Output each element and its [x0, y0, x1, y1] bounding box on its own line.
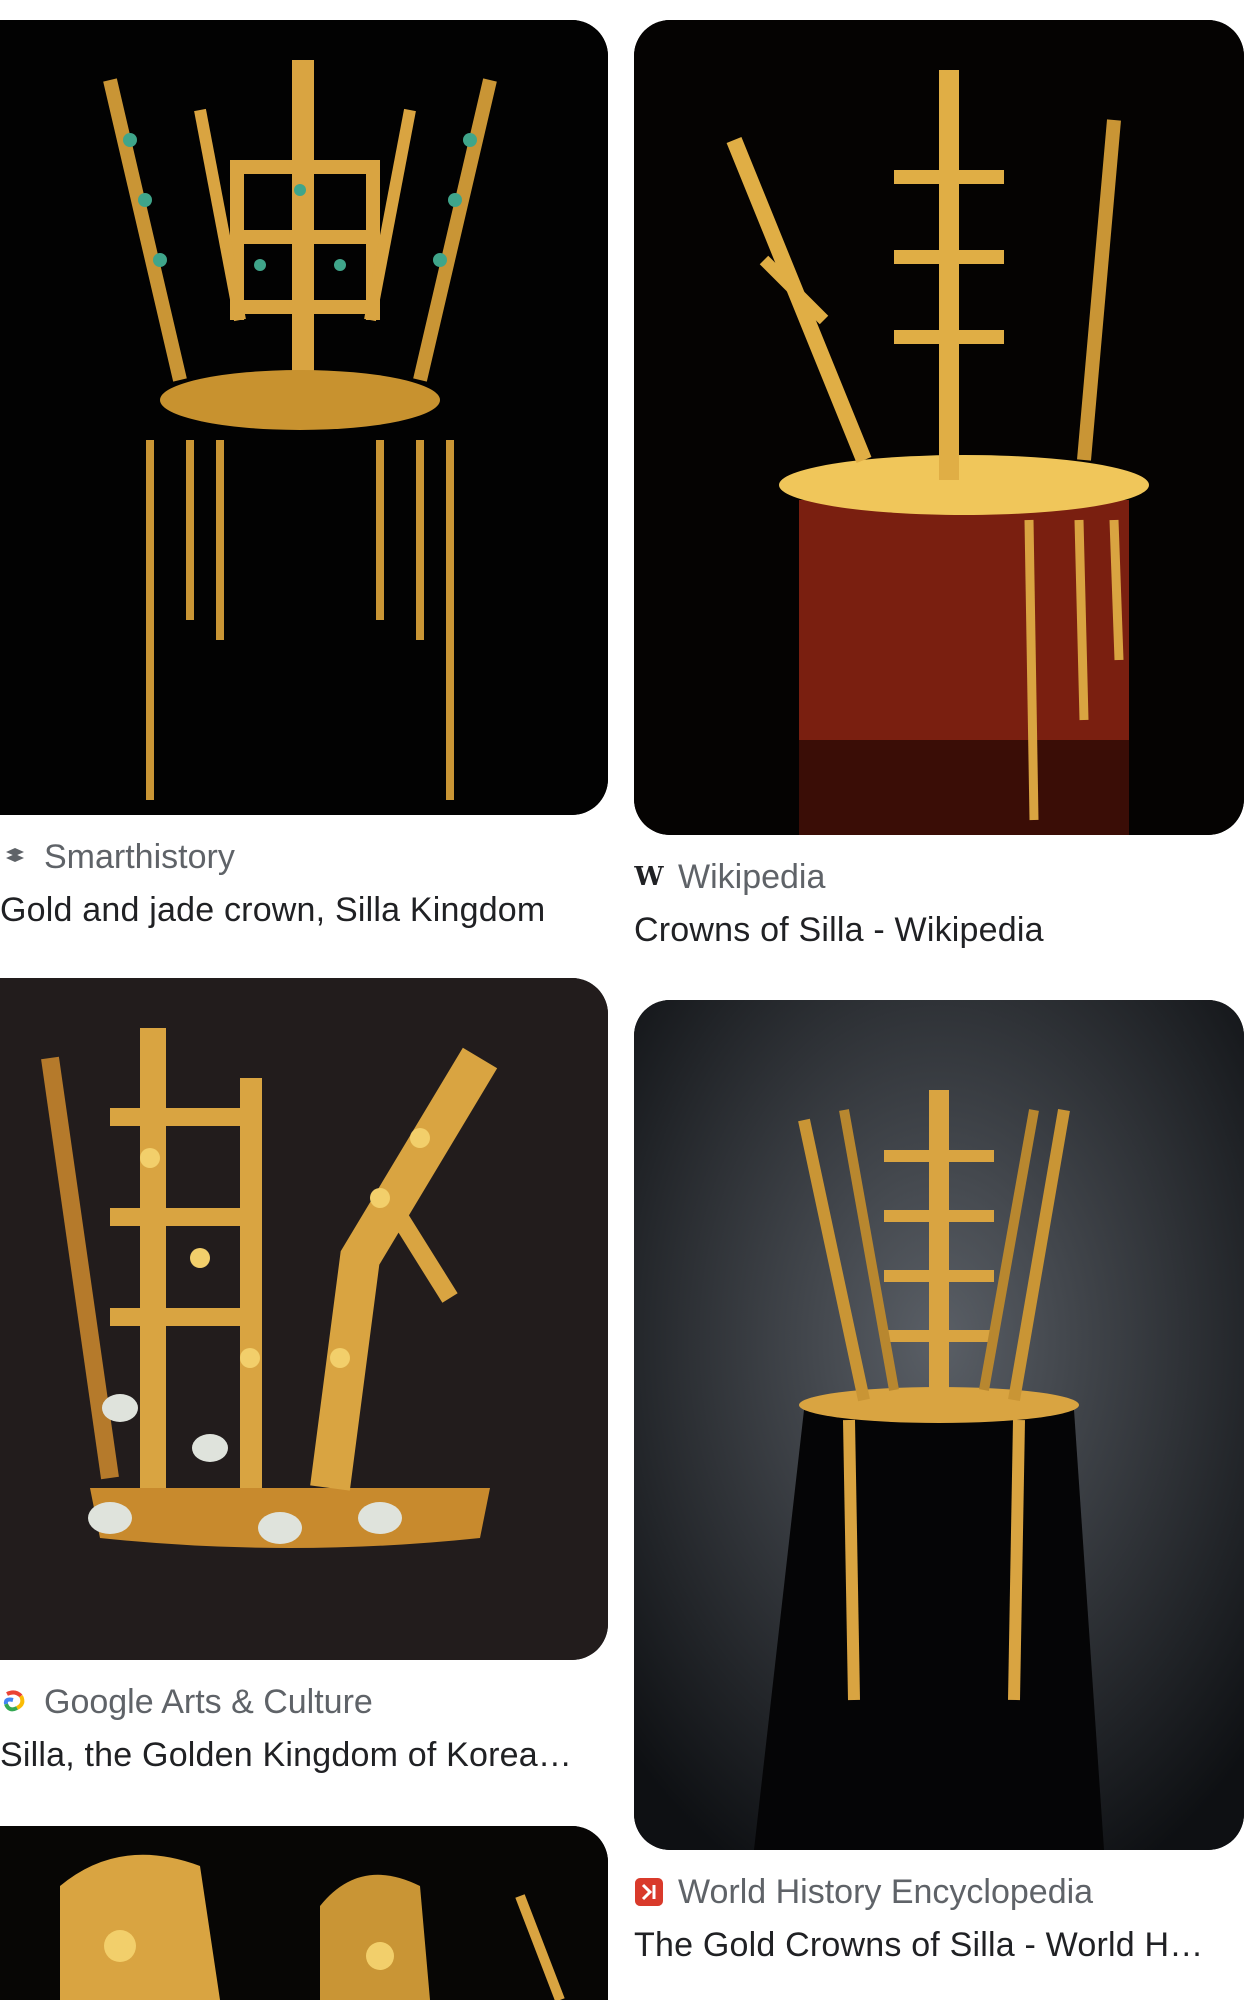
result-card-smarthistory[interactable]: Smarthistory Gold and jade crown, Silla … [0, 20, 608, 930]
result-image-crowns-of-silla[interactable] [634, 20, 1244, 835]
result-source[interactable]: World History Encyclopedia [634, 1872, 1244, 1912]
result-image-partial-crown[interactable] [0, 1826, 608, 2000]
result-title[interactable]: Gold and jade crown, Silla Kingdom [0, 891, 608, 930]
image-results-grid: Smarthistory Gold and jade crown, Silla … [0, 0, 1251, 2000]
result-source-name: Smarthistory [44, 837, 235, 876]
result-card-wikipedia[interactable]: W Wikipedia Crowns of Silla - Wikipedia [634, 20, 1244, 950]
result-source-name: Wikipedia [678, 857, 826, 896]
result-title[interactable]: Silla, the Golden Kingdom of Korea… [0, 1736, 608, 1775]
crown-image [0, 1826, 608, 2000]
result-source[interactable]: Smarthistory [0, 837, 608, 877]
crown-image [0, 20, 608, 815]
result-source-name: Google Arts & Culture [44, 1682, 373, 1721]
result-source[interactable]: Google Arts & Culture [0, 1682, 608, 1722]
result-title[interactable]: The Gold Crowns of Silla - World H… [634, 1926, 1244, 1965]
result-title[interactable]: Crowns of Silla - Wikipedia [634, 911, 1244, 950]
smarthistory-icon [0, 842, 30, 872]
google-arts-culture-icon [0, 1687, 30, 1717]
result-image-gold-jade-crown[interactable] [0, 20, 608, 815]
result-card-world-history-encyclopedia[interactable]: World History Encyclopedia The Gold Crow… [634, 1000, 1244, 1965]
crown-image [634, 1000, 1244, 1850]
crown-image [0, 978, 608, 1660]
crown-image [634, 20, 1244, 835]
result-source-name: World History Encyclopedia [678, 1872, 1094, 1911]
result-image-silla-golden-kingdom[interactable] [0, 978, 608, 1660]
result-card-google-arts-culture[interactable]: Google Arts & Culture Silla, the Golden … [0, 978, 608, 1775]
world-history-encyclopedia-icon [634, 1877, 664, 1907]
result-card-partial[interactable] [0, 1826, 608, 2000]
result-source[interactable]: W Wikipedia [634, 857, 1244, 897]
wikipedia-icon: W [634, 862, 664, 892]
result-image-gold-crowns-of-silla[interactable] [634, 1000, 1244, 1850]
